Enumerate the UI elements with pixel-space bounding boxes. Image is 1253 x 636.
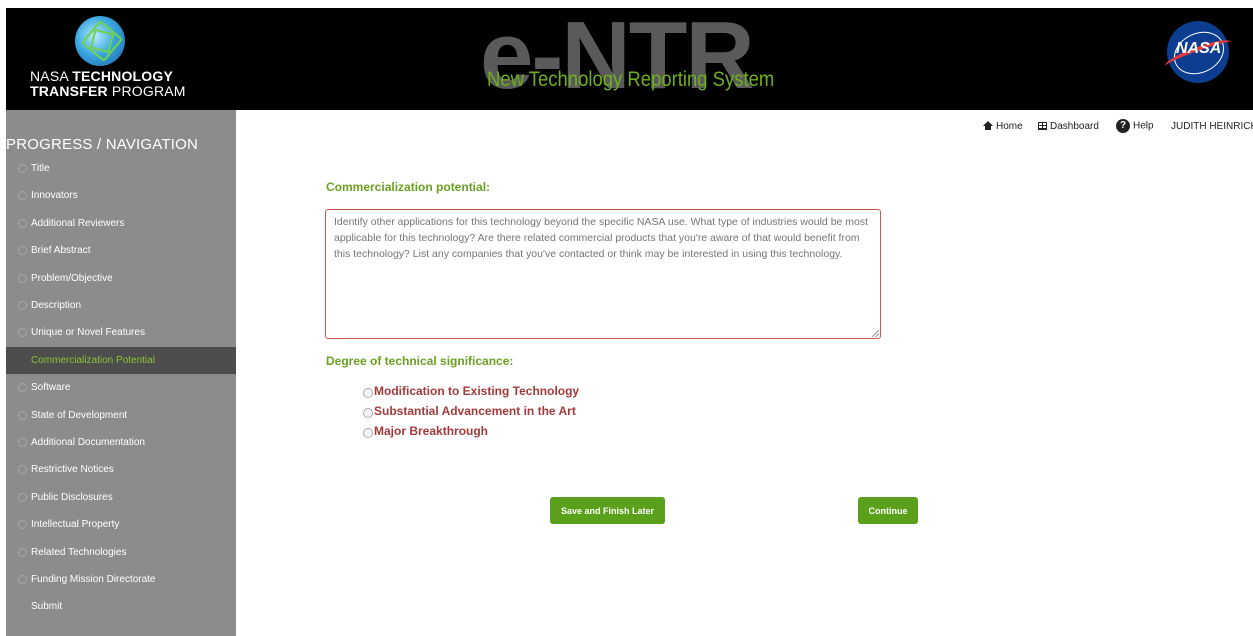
sidebar-item-label: Funding Mission Directorate bbox=[31, 574, 156, 585]
help-link[interactable]: ? Help bbox=[1116, 119, 1154, 133]
progress-dot-icon bbox=[18, 493, 27, 502]
sidebar-item-label: Intellectual Property bbox=[31, 519, 120, 530]
sidebar-item-label: Problem/Objective bbox=[31, 273, 113, 284]
resize-handle-icon[interactable] bbox=[872, 330, 879, 337]
radio-label[interactable]: Substantial Advancement in the Art bbox=[374, 404, 576, 418]
header: NASA TECHNOLOGY TRANSFER PROGRAM e-NTR N… bbox=[0, 0, 1253, 110]
progress-dot-icon bbox=[18, 191, 27, 200]
radio-label[interactable]: Major Breakthrough bbox=[374, 424, 488, 438]
sidebar-item-label: Software bbox=[31, 382, 71, 393]
sidebar-item-label: Restrictive Notices bbox=[31, 464, 114, 475]
progress-dot-icon bbox=[18, 520, 27, 529]
sidebar-item-label: Additional Documentation bbox=[31, 437, 145, 448]
sidebar-item[interactable]: Funding Mission Directorate bbox=[6, 566, 236, 593]
progress-sidebar: PROGRESS / NAVIGATION Title Innovators Add… bbox=[6, 110, 236, 636]
progress-dot-icon bbox=[18, 575, 27, 584]
sidebar-item[interactable]: Intellectual Property bbox=[6, 511, 236, 538]
save-and-finish-later-button[interactable]: Save and Finish Later bbox=[550, 497, 665, 524]
sidebar-item[interactable]: Brief Abstract bbox=[6, 237, 236, 264]
sidebar-item-label: Innovators bbox=[31, 190, 78, 201]
sidebar-item-label: Title bbox=[31, 163, 50, 174]
progress-dot-icon bbox=[18, 164, 27, 173]
sidebar-item[interactable]: Restrictive Notices bbox=[6, 456, 236, 483]
radio-circle-icon[interactable] bbox=[363, 428, 373, 438]
progress-dot-icon bbox=[18, 465, 27, 474]
dashboard-icon bbox=[1038, 122, 1047, 131]
sidebar-item[interactable]: Additional Reviewers bbox=[6, 210, 236, 237]
sidebar-item[interactable]: Additional Documentation bbox=[6, 429, 236, 456]
radio-circle-icon[interactable] bbox=[363, 408, 373, 418]
progress-dot-icon bbox=[18, 301, 27, 310]
progress-dot-icon bbox=[18, 383, 27, 392]
nasa-logo-icon: NASA bbox=[1162, 21, 1234, 83]
sidebar-item-label: Additional Reviewers bbox=[31, 218, 125, 229]
user-name[interactable]: JUDITH HEINRICH bbox=[1171, 121, 1253, 132]
sidebar-item[interactable]: Title bbox=[6, 155, 236, 182]
sidebar-item[interactable]: State of Development bbox=[6, 402, 236, 429]
system-subtitle: New Technology Reporting System bbox=[487, 68, 775, 91]
sidebar-item-label: Description bbox=[31, 300, 82, 311]
progress-dot-icon bbox=[18, 328, 27, 337]
sidebar-item[interactable]: Commercialization Potential bbox=[6, 347, 236, 374]
progress-dot-icon bbox=[18, 274, 27, 283]
sidebar-item-label: Submit bbox=[31, 601, 63, 612]
commercialization-textarea[interactable] bbox=[325, 209, 881, 339]
help-icon: ? bbox=[1116, 119, 1130, 133]
progress-dot-icon bbox=[18, 438, 27, 447]
dashboard-link[interactable]: Dashboard bbox=[1038, 121, 1099, 132]
home-link[interactable]: Home bbox=[983, 120, 1023, 132]
progress-dot-icon bbox=[18, 548, 27, 557]
progress-dot-icon bbox=[18, 246, 27, 255]
program-name-line2: TRANSFER PROGRAM bbox=[30, 83, 186, 99]
sidebar-item[interactable]: Submit bbox=[6, 593, 236, 620]
sidebar-item-label: Related Technologies bbox=[31, 547, 127, 558]
significance-label: Degree of technical significance: bbox=[326, 354, 514, 368]
technology-transfer-logo-icon bbox=[75, 16, 125, 66]
commercialization-label: Commercialization potential: bbox=[326, 180, 491, 194]
progress-dot-icon bbox=[18, 219, 27, 228]
sidebar-item-label: Unique or Novel Features bbox=[31, 327, 145, 338]
sidebar-title: PROGRESS / NAVIGATION bbox=[6, 136, 199, 153]
sidebar-item[interactable]: Related Technologies bbox=[6, 539, 236, 566]
home-icon bbox=[983, 120, 993, 130]
radio-label[interactable]: Modification to Existing Technology bbox=[374, 384, 579, 398]
program-name-line1: NASA TECHNOLOGY bbox=[30, 68, 174, 84]
sidebar-item[interactable]: Software bbox=[6, 374, 236, 401]
progress-dot-icon bbox=[18, 411, 27, 420]
sidebar-item-label: Commercialization Potential bbox=[31, 355, 155, 366]
sidebar-item[interactable]: Problem/Objective bbox=[6, 265, 236, 292]
sidebar-item-label: State of Development bbox=[31, 410, 128, 421]
sidebar-item[interactable]: Description bbox=[6, 292, 236, 319]
sidebar-item[interactable]: Public Disclosures bbox=[6, 484, 236, 511]
sidebar-item-label: Brief Abstract bbox=[31, 245, 91, 256]
sidebar-item-label: Public Disclosures bbox=[31, 492, 113, 503]
sidebar-item[interactable]: Unique or Novel Features bbox=[6, 319, 236, 346]
continue-button[interactable]: Continue bbox=[858, 497, 918, 524]
entr-logo: e-NTR bbox=[480, 8, 753, 109]
sidebar-item[interactable]: Innovators bbox=[6, 182, 236, 209]
radio-circle-icon[interactable] bbox=[363, 388, 373, 398]
